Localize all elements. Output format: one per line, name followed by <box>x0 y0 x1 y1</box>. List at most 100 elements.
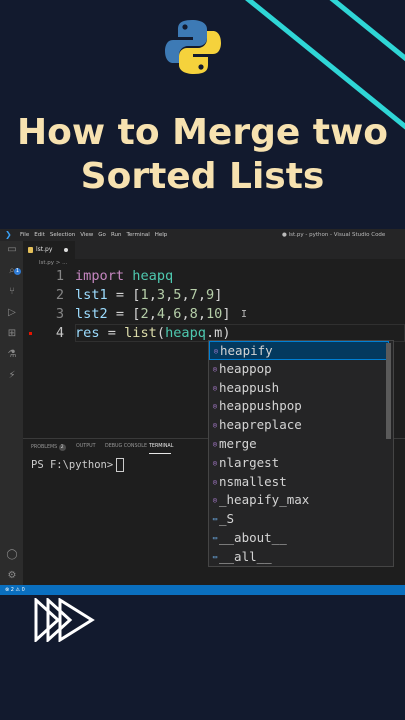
code-token: import <box>75 268 125 284</box>
tab-terminal[interactable]: TERMINAL <box>149 444 173 449</box>
method-kind-icon: ◎ <box>212 402 218 411</box>
code-token: 2 <box>140 306 149 322</box>
code-text: lst1 = [1,3,5,7,9] <box>75 286 222 305</box>
code-token: = <box>99 325 125 341</box>
suggestion-item[interactable]: ▭ __about__ <box>209 529 387 548</box>
remote-icon[interactable]: ⚡ <box>6 370 18 382</box>
tab-problems[interactable]: PROBLEMS 2 <box>31 444 66 451</box>
code-token: list <box>124 325 157 341</box>
code-token: , <box>148 287 157 303</box>
suggestion-item[interactable]: ◎ merge <box>209 435 387 454</box>
suggestion-item[interactable]: ◎ _heapify_max <box>209 491 387 510</box>
suggestion-item[interactable]: ◎ heappushpop <box>209 397 387 416</box>
tab-bar: lst.py <box>23 241 405 259</box>
suggestion-item[interactable]: ◎ heapreplace <box>209 416 387 435</box>
code-token: 10 <box>206 306 223 322</box>
suggestion-label: __all__ <box>219 548 272 564</box>
code-line: 2 lst1 = [1,3,5,7,9] <box>23 286 405 305</box>
title-line-2: Sorted Lists <box>80 156 325 197</box>
settings-gear-icon[interactable]: ⚙ <box>6 570 18 582</box>
menu-selection[interactable]: Selection <box>50 232 75 238</box>
problems-count: 2 <box>58 444 66 451</box>
terminal-prompt: PS F:\python> <box>31 459 114 471</box>
menu-run[interactable]: Run <box>111 232 122 238</box>
unsaved-dot-icon[interactable] <box>64 248 68 252</box>
method-kind-icon: ◎ <box>212 364 218 373</box>
code-token: , <box>148 306 157 322</box>
suggestion-label: heapreplace <box>219 417 302 433</box>
tab-label: lst.py <box>36 246 53 253</box>
code-token: 4 <box>156 306 166 322</box>
line-number: 1 <box>55 268 64 284</box>
extensions-icon[interactable]: ⊞ <box>6 328 18 340</box>
vscode-logo-icon: ❯ <box>5 230 12 239</box>
code-token: res <box>75 325 100 341</box>
status-problems[interactable]: ⊗ 2 ⚠ 0 <box>5 585 25 595</box>
suggestion-item[interactable]: ◎ nsmallest <box>209 473 387 492</box>
account-icon[interactable]: ◯ <box>6 549 18 561</box>
tab-output[interactable]: OUTPUT <box>76 444 96 449</box>
method-kind-icon: ◎ <box>212 458 218 467</box>
menu-edit[interactable]: Edit <box>34 232 45 238</box>
menu-terminal[interactable]: Terminal <box>126 232 149 238</box>
menu-file[interactable]: File <box>20 232 29 238</box>
code-token: , <box>197 287 206 303</box>
method-kind-icon: ◎ <box>212 496 218 505</box>
method-kind-icon: ◎ <box>212 421 218 430</box>
menu-help[interactable]: Help <box>155 232 168 238</box>
channel-logo-icon <box>34 598 95 642</box>
code-token: 1 <box>140 287 149 303</box>
code-token: 7 <box>189 287 198 303</box>
suggestion-label: heapify <box>220 343 273 358</box>
suggestion-label: merge <box>219 436 257 451</box>
suggestion-label: __about__ <box>219 530 287 545</box>
search-icon[interactable]: ⌕ <box>6 265 18 277</box>
code-token: , <box>181 287 190 303</box>
suggestion-label: _S <box>219 511 235 527</box>
method-kind-icon: ◎ <box>212 383 218 392</box>
window-title: ● lst.py - python - Visual Studio Code <box>282 232 386 238</box>
code-token: .m) <box>205 325 231 341</box>
suggestion-item[interactable]: ◎ heappush <box>209 379 387 398</box>
suggestion-label: heappush <box>219 379 280 395</box>
code-token: = [ <box>107 306 141 322</box>
code-token: heapq <box>165 325 206 341</box>
code-text: lst2 = [2,4,6,8,10] <box>75 305 231 324</box>
menu-view[interactable]: View <box>80 232 93 238</box>
suggestion-item[interactable]: ◎ heapify <box>209 341 389 360</box>
code-token: = [ <box>107 287 141 303</box>
suggestion-item[interactable]: ▭ _S <box>209 510 387 529</box>
suggestion-label: heappushpop <box>219 398 302 414</box>
suggestion-item[interactable]: ◎ nlargest <box>209 454 387 473</box>
title-line-1: How to Merge two <box>16 112 389 153</box>
suggestion-label: heappop <box>219 360 272 376</box>
code-token: ] <box>214 287 223 303</box>
suggestion-item[interactable]: ▭ __all__ <box>209 548 387 567</box>
code-token: , <box>181 306 190 322</box>
run-debug-icon[interactable]: ▷ <box>6 307 18 319</box>
variable-kind-icon: ▭ <box>212 534 218 542</box>
suggestion-item[interactable]: ◎ heappop <box>209 360 387 379</box>
menu-bar: ❯ File Edit Selection View Go Run Terminal Help… <box>0 229 405 241</box>
line-number: 3 <box>55 306 64 322</box>
line-number: 4 <box>55 325 64 341</box>
code-line: 3 lst2 = [2,4,6,8,10] I <box>23 305 405 324</box>
decor-line-2 <box>326 0 405 74</box>
explorer-icon[interactable]: ▭ <box>6 244 18 256</box>
mouse-ibeam-icon: I <box>241 309 248 320</box>
suggestion-scrollbar[interactable] <box>386 343 391 439</box>
code-line: 1 import heapq <box>23 267 405 286</box>
terminal-output[interactable]: PS F:\python> <box>31 458 125 472</box>
code-token: heapq <box>132 268 174 284</box>
code-token: , <box>197 306 206 322</box>
menu-list: File Edit Selection View Go Run Terminal Help <box>20 229 172 241</box>
tab-debug-console[interactable]: DEBUG CONSOLE <box>105 444 147 449</box>
code-token: 9 <box>206 287 215 303</box>
source-control-icon[interactable]: ⑂ <box>6 286 18 298</box>
line-number: 2 <box>55 287 64 303</box>
terminal-cursor <box>116 458 125 472</box>
testing-icon[interactable]: ⚗ <box>6 349 18 361</box>
tab-lst-py[interactable]: lst.py <box>23 241 75 259</box>
suggestion-widget[interactable]: ◎ heapify ◎ heappop ◎ heappush ◎ heappushpop ◎ he… <box>208 340 394 567</box>
menu-go[interactable]: Go <box>98 232 106 238</box>
